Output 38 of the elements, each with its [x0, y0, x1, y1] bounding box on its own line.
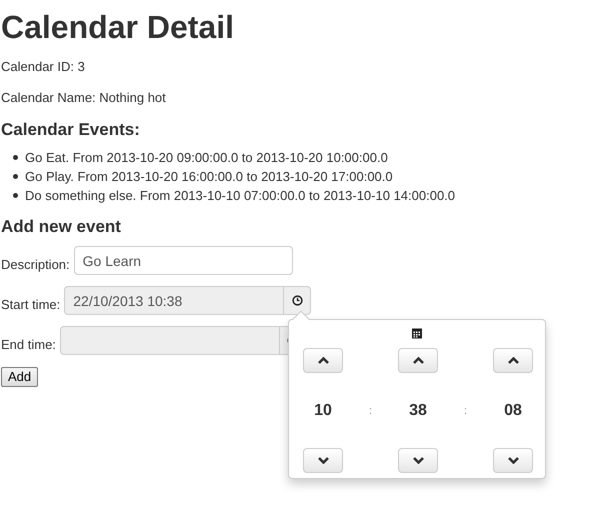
date-time-field[interactable]: 22/10/2013 10:38: [64, 286, 284, 315]
chevron-down-icon: [318, 457, 328, 464]
add-button[interactable]: Add: [1, 367, 38, 387]
chevron-up-icon: [412, 357, 424, 364]
event-item: Go Eat. From 2013-10-20 09:00:00.0 to 2013-10-20 10:00:00.0: [25, 149, 388, 167]
info-text: Calendar ID: 3: [1, 58, 86, 76]
page-title: Calendar Detail: [1, 9, 235, 45]
field-label: Description:: [1, 256, 70, 274]
chevron-up-icon: [318, 357, 328, 364]
increment-button[interactable]: [303, 348, 343, 373]
info-text: Calendar Name: Nothing hot: [1, 89, 167, 107]
calendar-icon[interactable]: [411, 327, 423, 339]
clock-icon: [292, 295, 303, 306]
time-value: 08: [504, 401, 522, 421]
decrement-button[interactable]: [398, 448, 438, 473]
clock-button[interactable]: [284, 286, 312, 315]
time-separator: :: [464, 404, 468, 419]
section-heading: Calendar Events:: [1, 120, 141, 140]
text-field[interactable]: Go Learn: [74, 246, 293, 275]
bullet-icon: [13, 174, 18, 179]
decrement-button[interactable]: [493, 448, 533, 473]
bullet-icon: [13, 193, 18, 198]
decrement-button[interactable]: [303, 448, 343, 473]
chevron-down-icon: [412, 457, 424, 464]
chevron-up-icon: [508, 357, 518, 364]
section-heading: Add new event: [1, 217, 122, 237]
field-label: End time:: [1, 336, 56, 354]
event-item: Go Play. From 2013-10-20 16:00:00.0 to 2013-10-20 17:00:00.0: [25, 168, 393, 186]
time-separator: :: [368, 404, 372, 419]
chevron-down-icon: [508, 457, 518, 464]
increment-button[interactable]: [398, 348, 438, 373]
field-label: Start time:: [1, 296, 60, 314]
time-value: 10: [314, 401, 332, 421]
event-item: Do something else. From 2013-10-10 07:00:00.0 to 2013-10-10 14:00:00.0: [25, 187, 456, 205]
increment-button[interactable]: [493, 348, 533, 373]
date-time-field[interactable]: [60, 326, 280, 355]
time-value: 38: [409, 401, 427, 421]
bullet-icon: [13, 155, 18, 160]
